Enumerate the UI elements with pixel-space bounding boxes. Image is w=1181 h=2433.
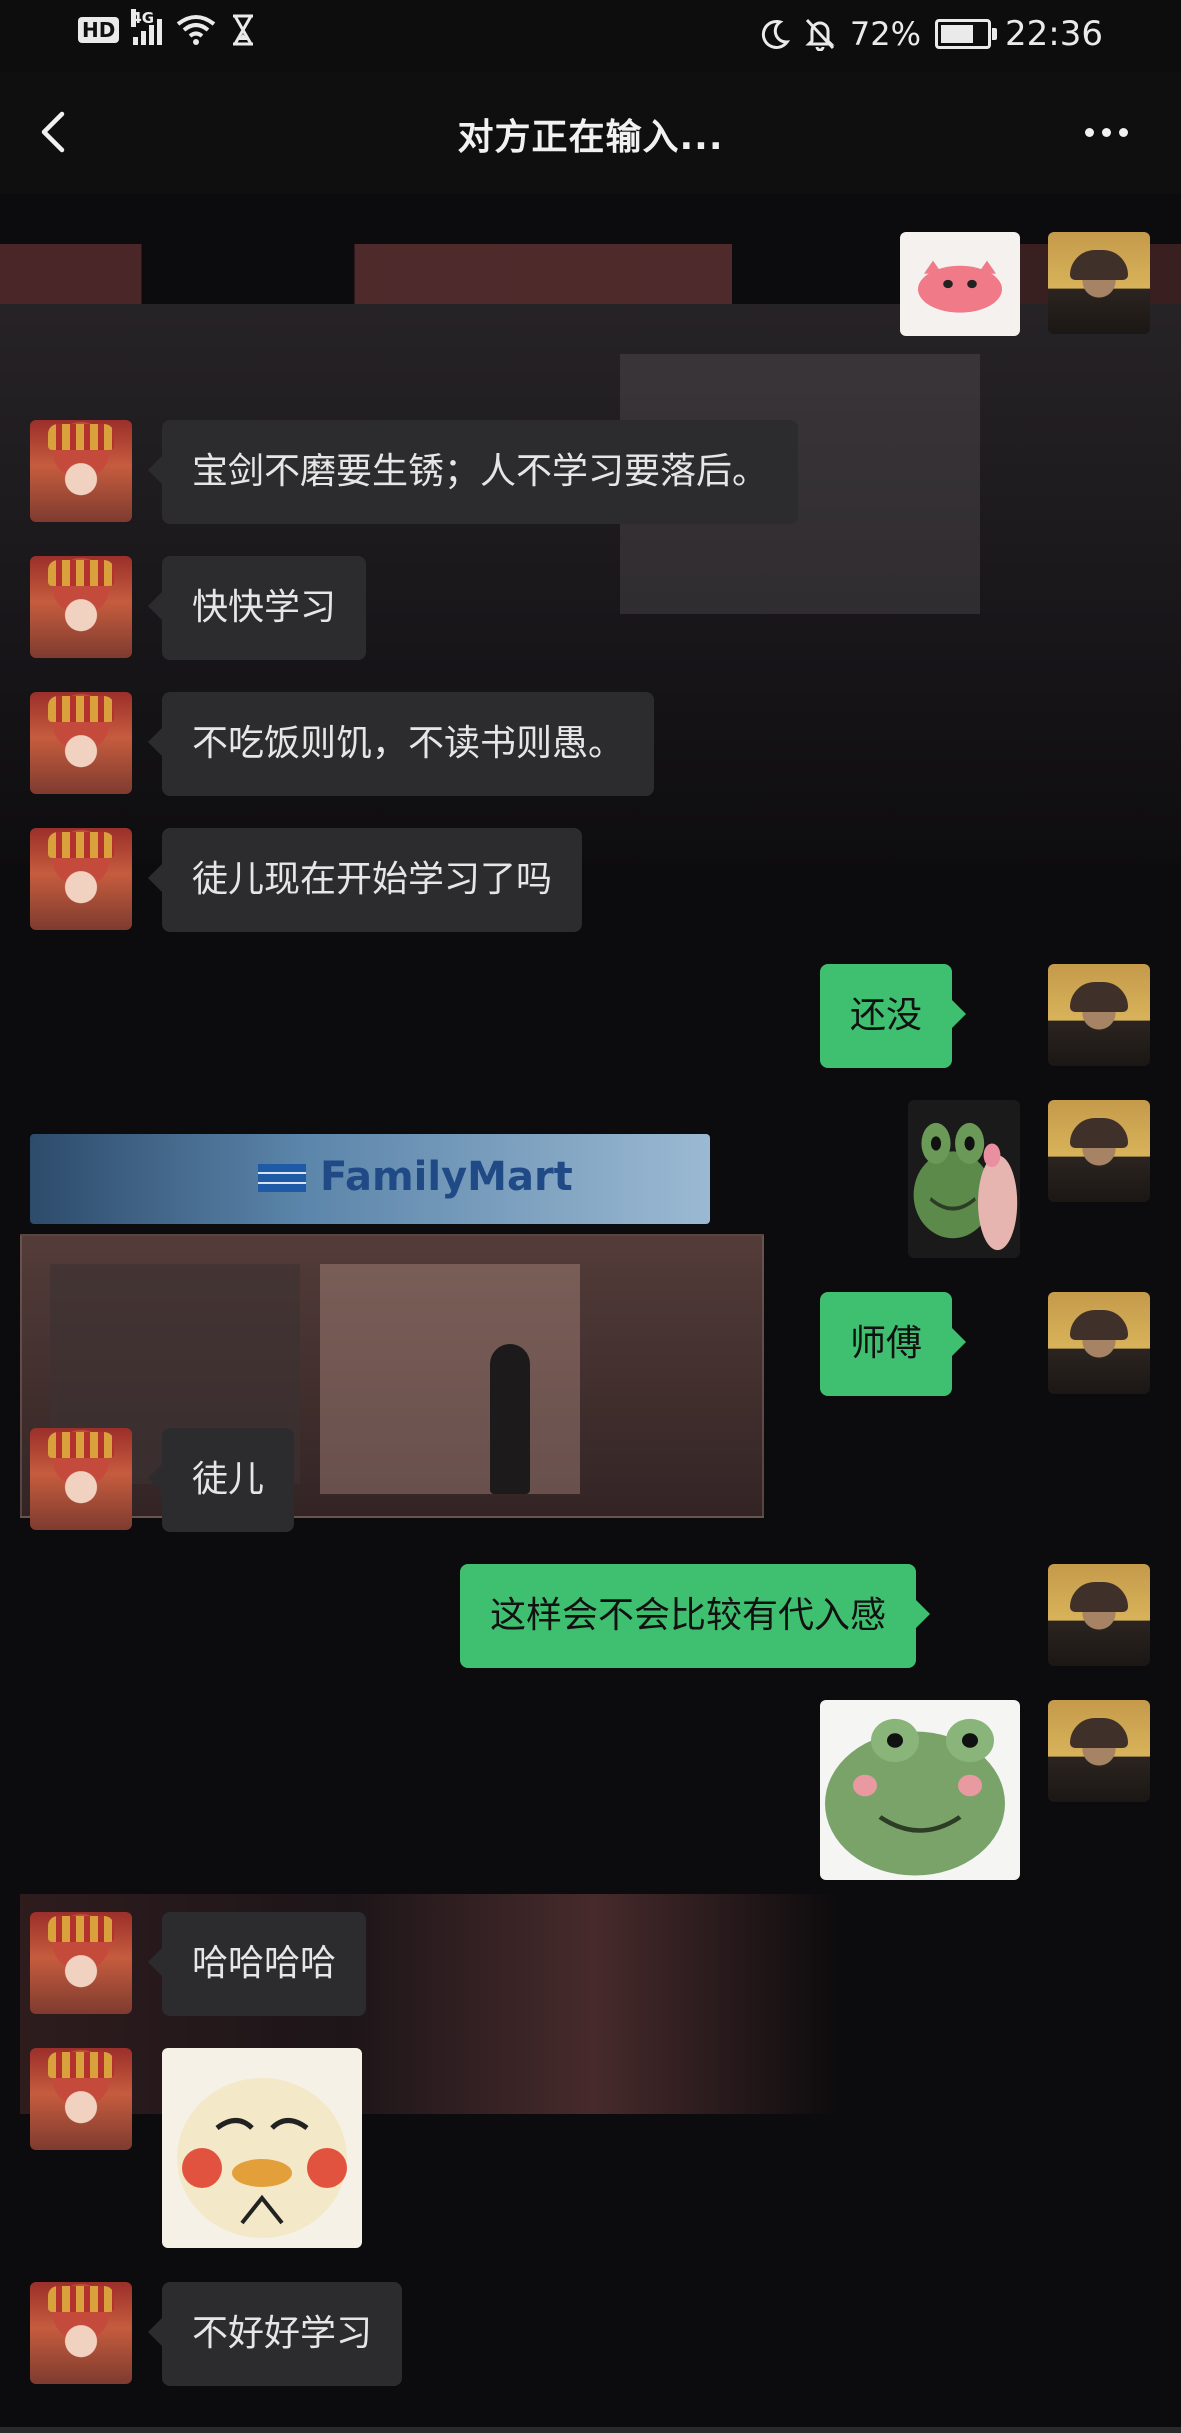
bg-lower-shops bbox=[20, 1894, 840, 2114]
status-left: HD 4G bbox=[78, 9, 256, 46]
contact-avatar[interactable] bbox=[30, 1428, 132, 1530]
incoming-message-bubble[interactable]: 徒儿 bbox=[147, 1428, 295, 1532]
outgoing-message-bubble[interactable]: 这样会不会比较有代入感 bbox=[460, 1564, 931, 1668]
network-type-label: 4G bbox=[131, 9, 155, 27]
hd-badge: HD bbox=[78, 17, 120, 43]
chat-header: 对方正在输入... bbox=[0, 72, 1181, 195]
store-logo-stripes bbox=[258, 1164, 306, 1192]
outgoing-message-bubble[interactable]: 师傅 bbox=[820, 1292, 967, 1396]
bottom-edge bbox=[0, 2427, 1181, 2433]
frog-with-flower-sticker[interactable] bbox=[908, 1100, 1020, 1258]
my-avatar[interactable] bbox=[1048, 1100, 1150, 1202]
contact-avatar[interactable] bbox=[30, 2282, 132, 2384]
wifi-icon bbox=[177, 15, 216, 45]
chat-title: 对方正在输入... bbox=[457, 117, 724, 158]
mute-bell-icon bbox=[805, 18, 835, 51]
more-dots-icon bbox=[1084, 127, 1128, 137]
pink-cat-sticker[interactable] bbox=[900, 232, 1020, 336]
my-avatar[interactable] bbox=[1048, 232, 1150, 334]
incoming-message-bubble[interactable]: 不吃饭则饥，不读书则愚。 bbox=[147, 692, 655, 796]
contact-avatar[interactable] bbox=[30, 828, 132, 930]
my-avatar[interactable] bbox=[1048, 1292, 1150, 1394]
blushing-duck-sticker[interactable] bbox=[162, 2048, 362, 2248]
hourglass-icon bbox=[233, 14, 254, 46]
chat-screen: HD 4G 72% 22:36 对方正在输入... FamilyMart 宝剑不… bbox=[0, 0, 1181, 2433]
contact-avatar[interactable] bbox=[30, 2048, 132, 2150]
contact-avatar[interactable] bbox=[30, 1912, 132, 2014]
outgoing-message-bubble[interactable]: 还没 bbox=[820, 964, 967, 1068]
battery-icon bbox=[935, 19, 998, 49]
more-options-button[interactable] bbox=[1071, 112, 1141, 152]
store-sign-text: FamilyMart bbox=[320, 1154, 573, 1200]
incoming-message-bubble[interactable]: 不好好学习 bbox=[147, 2282, 403, 2386]
contact-avatar[interactable] bbox=[30, 692, 132, 794]
battery-tip bbox=[992, 28, 998, 40]
status-time: 22:36 bbox=[1005, 14, 1103, 54]
my-avatar[interactable] bbox=[1048, 1564, 1150, 1666]
incoming-message-bubble[interactable]: 哈哈哈哈 bbox=[147, 1912, 367, 2016]
battery-fill bbox=[941, 25, 973, 43]
incoming-message-bubble[interactable]: 快快学习 bbox=[147, 556, 367, 660]
signal-icon: 4G bbox=[131, 9, 163, 45]
incoming-message-bubble[interactable]: 徒儿现在开始学习了吗 bbox=[147, 828, 583, 932]
contact-avatar[interactable] bbox=[30, 420, 132, 522]
battery-percent: 72% bbox=[849, 15, 922, 53]
status-bar: HD 4G 72% 22:36 bbox=[0, 0, 1181, 72]
status-right: 72% 22:36 bbox=[760, 14, 1103, 54]
incoming-message-bubble[interactable]: 宝剑不磨要生锈；人不学习要落后。 bbox=[147, 420, 799, 524]
moon-icon bbox=[761, 20, 790, 49]
walking-person bbox=[490, 1344, 530, 1494]
store-window-middle bbox=[320, 1264, 580, 1494]
contact-avatar[interactable] bbox=[30, 556, 132, 658]
my-avatar[interactable] bbox=[1048, 1700, 1150, 1802]
blushing-frog-sticker[interactable] bbox=[820, 1700, 1020, 1880]
my-avatar[interactable] bbox=[1048, 964, 1150, 1066]
store-sign-banner: FamilyMart bbox=[30, 1134, 710, 1224]
